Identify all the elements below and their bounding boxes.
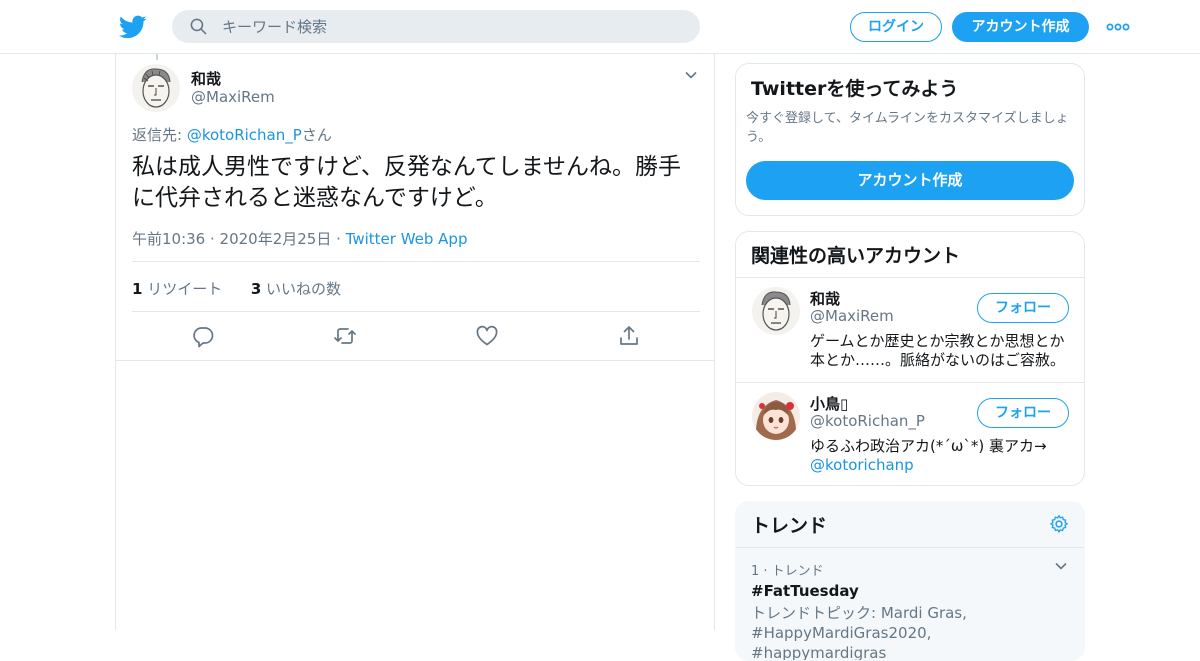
- login-button[interactable]: ログイン: [850, 12, 942, 42]
- account-bio-text: ゆるふわ政治アカ(*´ω`*) 裏アカ→: [810, 437, 1047, 455]
- signup-card-title: Twitterを使ってみよう: [751, 78, 959, 100]
- signup-card-description: 今すぐ登録して、タイムラインをカスタマイズしましょう。: [746, 111, 1069, 145]
- reply-icon[interactable]: [191, 324, 215, 348]
- like-icon[interactable]: [475, 324, 499, 348]
- retweet-count: 1: [132, 280, 143, 298]
- search-icon: [190, 18, 207, 35]
- divider: [736, 547, 1084, 548]
- retweet-stat[interactable]: 1 リツイート: [132, 280, 222, 298]
- search-box: [172, 10, 700, 43]
- avatar[interactable]: [752, 287, 800, 335]
- tweet-source-link[interactable]: Twitter Web App: [346, 230, 468, 248]
- avatar[interactable]: [752, 392, 800, 440]
- follow-button[interactable]: フォロー: [977, 293, 1069, 323]
- tweet-author-handle[interactable]: @MaxiRem: [191, 88, 275, 106]
- trends-title: トレンド: [751, 515, 828, 537]
- trends-card: トレンド 1 · トレンド #FatTuesday トレンドトピック: Mard…: [735, 501, 1085, 661]
- chevron-down-icon[interactable]: [684, 68, 698, 82]
- divider: [132, 261, 700, 262]
- tweet-stats: 1 リツイート 3 いいねの数: [132, 278, 341, 299]
- signup-button[interactable]: アカウント作成: [952, 12, 1089, 42]
- tweet-author-name[interactable]: 和哉: [191, 68, 221, 89]
- related-accounts-title: 関連性の高いアカウント: [751, 245, 961, 267]
- signup-card-button[interactable]: アカウント作成: [746, 161, 1074, 200]
- avatar-sketch-face-icon: [752, 287, 800, 335]
- like-stat[interactable]: 3 いいねの数: [251, 280, 341, 298]
- twitter-bird-icon[interactable]: [119, 13, 147, 41]
- related-accounts-card: 関連性の高いアカウント 和哉 @MaxiRem フォロー ゲームとか歴史とか宗教…: [735, 231, 1085, 486]
- avatar-anime-girl-icon: [752, 392, 800, 440]
- follow-button[interactable]: フォロー: [977, 398, 1069, 428]
- reply-to-handle-link[interactable]: @kotoRichan_P: [187, 126, 302, 144]
- tweet-detail-column: 和哉 @MaxiRem 返信先: @kotoRichan_Pさん 私は成人男性で…: [115, 54, 715, 630]
- top-navigation-bar: ログイン アカウント作成: [0, 0, 1200, 54]
- share-icon[interactable]: [617, 324, 641, 348]
- reply-prefix: 返信先:: [132, 126, 187, 144]
- reply-suffix: さん: [301, 126, 332, 144]
- chevron-down-icon[interactable]: [1054, 559, 1068, 573]
- like-count: 3: [250, 280, 262, 298]
- account-name[interactable]: 和哉: [810, 288, 840, 309]
- trend-rank: 1 · トレンド: [751, 564, 824, 579]
- signup-prompt-card: Twitterを使ってみよう 今すぐ登録して、タイムラインをカスタマイズしましょ…: [735, 63, 1085, 216]
- avatar-sketch-face-icon: [132, 64, 180, 112]
- search-input[interactable]: [222, 10, 682, 43]
- account-bio: ゆるふわ政治アカ(*´ω`*) 裏アカ→ @kotorichanp: [810, 437, 1072, 475]
- like-stat-label: いいねの数: [261, 280, 342, 298]
- retweet-stat-label: リツイート: [142, 280, 223, 298]
- reply-to-line: 返信先: @kotoRichan_Pさん: [132, 124, 332, 145]
- account-name[interactable]: 小鳥▯: [810, 393, 848, 414]
- trend-item[interactable]: 1 · トレンド #FatTuesday トレンドトピック: Mardi Gra…: [751, 560, 1071, 661]
- tweet-text: 私は成人男性ですけど、反発なんてしませんね。勝手に代弁されると迷惑なんですけど。: [132, 154, 682, 211]
- account-handle[interactable]: @MaxiRem: [810, 307, 894, 325]
- list-item[interactable]: 小鳥▯ @kotoRichan_P フォロー ゆるふわ政治アカ(*´ω`*) 裏…: [736, 383, 1084, 485]
- retweet-icon[interactable]: [333, 324, 357, 348]
- trend-topics: トレンドトピック: Mardi Gras, #HappyMardiGras202…: [751, 604, 967, 661]
- more-dots-icon[interactable]: [1106, 18, 1130, 36]
- gear-icon[interactable]: [1049, 514, 1069, 534]
- tweet-metadata: 午前10:36 · 2020年2月25日 · Twitter Web App: [132, 228, 467, 249]
- divider: [116, 360, 714, 361]
- trend-hashtag[interactable]: #FatTuesday: [751, 582, 1071, 600]
- tweet-timestamp[interactable]: 午前10:36 · 2020年2月25日 ·: [132, 230, 346, 248]
- tweet-action-bar: [116, 312, 716, 360]
- avatar[interactable]: [132, 64, 180, 112]
- account-bio: ゲームとか歴史とか宗教とか思想とか本とか……。脈絡がないのはご容赦。: [810, 332, 1066, 369]
- account-bio-link[interactable]: @kotorichanp: [810, 456, 914, 474]
- thread-connector-line: [156, 54, 158, 60]
- list-item[interactable]: 和哉 @MaxiRem フォロー ゲームとか歴史とか宗教とか思想とか本とか……。…: [736, 278, 1084, 382]
- account-handle[interactable]: @kotoRichan_P: [810, 412, 925, 430]
